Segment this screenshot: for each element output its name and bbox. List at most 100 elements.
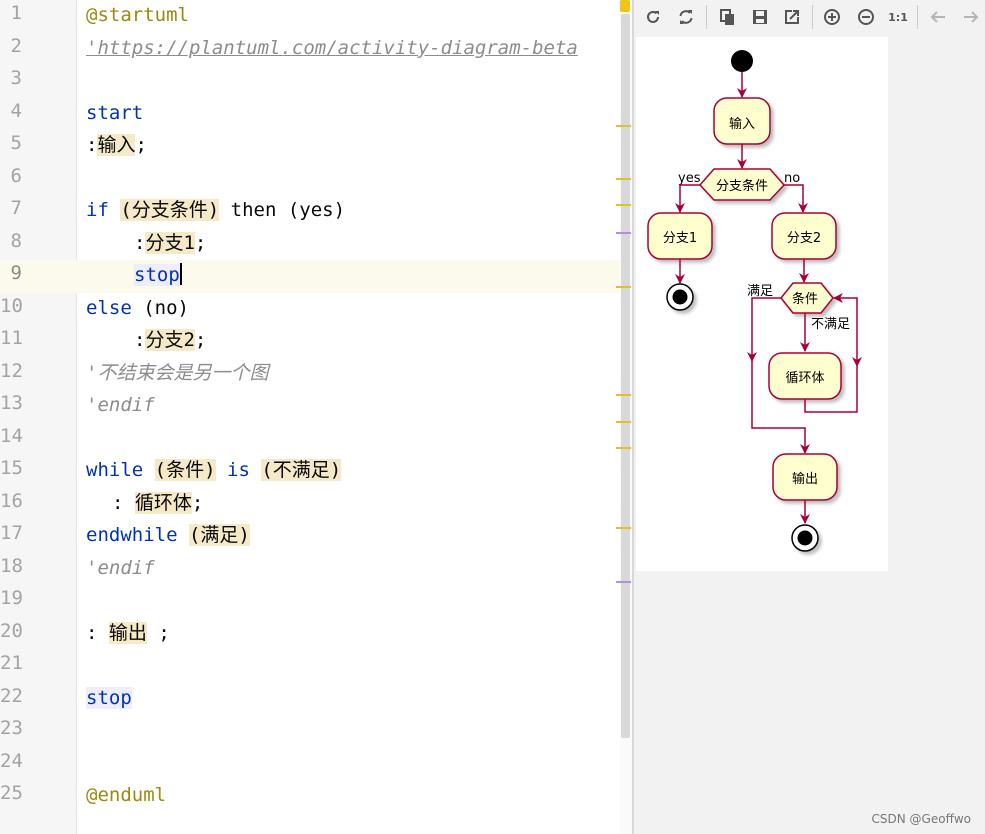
code-line-25[interactable]: 25 @enduml <box>0 780 632 813</box>
no-label: no <box>784 171 800 186</box>
activity-loop-body-label: 循环体 <box>785 371 824 386</box>
code-line-4[interactable]: 4 start <box>0 98 632 131</box>
line-number: 5 <box>10 132 22 154</box>
loop-condition-label: 条件 <box>792 291 818 307</box>
save-icon[interactable] <box>748 6 772 28</box>
forward-arrow-icon[interactable] <box>959 6 983 28</box>
line-number: 23 <box>0 717 23 739</box>
code-text: : 循环体; <box>112 491 204 514</box>
code-text: :输入; <box>86 134 147 156</box>
code-line-18[interactable]: 18 'endif <box>0 553 632 586</box>
line-number: 20 <box>0 619 23 642</box>
line-number: 12 <box>0 359 23 382</box>
error-stripe-marker[interactable] <box>616 447 631 449</box>
line-number: 13 <box>0 392 23 414</box>
code-line-5[interactable]: 5 :输入; <box>0 130 632 163</box>
code-line-21[interactable]: 21 <box>0 650 632 683</box>
plantuml-preview-panel: 1:1 输入 分支条件 yes no 分支1 分支2 条件 满足 不满足 循环体… <box>632 0 985 834</box>
toolbar-separator <box>812 5 813 29</box>
code-text: stop <box>134 263 182 286</box>
code-line-19[interactable]: 19 <box>0 585 632 618</box>
error-stripe-marker[interactable] <box>616 178 631 180</box>
code-line-9-current[interactable]: 9 stop <box>0 260 632 293</box>
code-line-24[interactable]: 24 <box>0 748 632 781</box>
code-line-6[interactable]: 6 <box>0 163 632 196</box>
code-editor[interactable]: 1 @startuml 2 'https://plantuml.com/acti… <box>0 0 632 834</box>
inspection-status-icon[interactable] <box>620 0 630 12</box>
activity-branch1-label: 分支1 <box>663 231 697 246</box>
code-text: :分支1; <box>134 231 207 254</box>
code-line-12[interactable]: 12 '不结束会是另一个图 <box>0 358 632 391</box>
line-number: 10 <box>0 294 23 317</box>
activity-diagram: 输入 分支条件 yes no 分支1 分支2 条件 满足 不满足 循环体 输出 <box>647 50 862 552</box>
error-stripe-marker[interactable] <box>616 394 631 396</box>
code-text: endwhile (满足) <box>86 524 250 546</box>
error-stripe-marker[interactable] <box>616 204 631 206</box>
line-number: 17 <box>0 522 23 544</box>
code-text: '不结束会是另一个图 <box>86 361 269 384</box>
code-line-20[interactable]: 20 : 输出 ; <box>0 618 632 651</box>
code-line-16[interactable]: 16 : 循环体; <box>0 488 632 521</box>
back-arrow-icon[interactable] <box>926 6 950 28</box>
toolbar-separator <box>706 5 707 29</box>
code-line-15[interactable]: 15 while (条件) is (不满足) <box>0 455 632 488</box>
line-number: 1 <box>10 2 22 24</box>
reload-icon[interactable] <box>674 6 698 28</box>
activity-branch2-label: 分支2 <box>787 231 821 246</box>
error-stripe-marker[interactable] <box>616 286 631 288</box>
code-line-23[interactable]: 23 <box>0 715 632 748</box>
zoom-in-icon[interactable] <box>820 6 844 28</box>
line-number: 6 <box>10 164 22 187</box>
code-line-17[interactable]: 17 endwhile (满足) <box>0 520 632 553</box>
line-number: 21 <box>0 652 23 674</box>
line-number: 14 <box>0 424 23 447</box>
error-stripe-marker[interactable] <box>616 581 631 583</box>
activity-input-label: 输入 <box>729 116 755 132</box>
code-text: @startuml <box>86 4 189 26</box>
start-node <box>731 50 753 72</box>
yes-label: yes <box>678 171 701 186</box>
code-line-13[interactable]: 13 'endif <box>0 390 632 423</box>
line-number: 16 <box>0 489 23 512</box>
satisfied-label: 满足 <box>747 284 773 299</box>
line-number: 11 <box>0 327 23 349</box>
code-line-22[interactable]: 22 stop <box>0 683 632 716</box>
line-number: 22 <box>0 684 23 707</box>
code-line-11[interactable]: 11 :分支2; <box>0 325 632 358</box>
copy-icon[interactable] <box>715 6 739 28</box>
line-number: 18 <box>0 554 23 577</box>
actual-size-button[interactable]: 1:1 <box>886 6 910 28</box>
code-text: start <box>86 101 144 124</box>
editor-scrollbar-thumb[interactable] <box>621 14 630 738</box>
code-line-1[interactable]: 1 @startuml <box>0 0 632 33</box>
error-stripe-marker[interactable] <box>616 125 631 127</box>
code-text: while (条件) is (不满足) <box>86 459 342 481</box>
error-stripe-marker[interactable] <box>616 232 631 234</box>
code-text: :分支2; <box>134 329 207 351</box>
comment-link[interactable]: 'https://plantuml.com/activity-diagram-b… <box>86 37 578 59</box>
code-line-10[interactable]: 10 else (no) <box>0 293 632 326</box>
code-text: else (no) <box>86 296 189 319</box>
branch-condition-label: 分支条件 <box>716 178 768 194</box>
line-number: 4 <box>10 99 22 122</box>
code-text: @enduml <box>86 784 167 806</box>
error-stripe-marker[interactable] <box>616 527 631 529</box>
error-stripe-marker[interactable] <box>616 421 631 423</box>
code-line-8[interactable]: 8 :分支1; <box>0 228 632 261</box>
code-text: 'endif <box>86 394 155 416</box>
refresh-icon[interactable] <box>641 6 665 28</box>
line-number: 15 <box>0 457 23 479</box>
code-line-3[interactable]: 3 <box>0 65 632 98</box>
watermark-text: CSDN @Geoffwo <box>871 812 971 826</box>
export-icon[interactable] <box>780 6 804 28</box>
activity-output-label: 输出 <box>792 471 818 487</box>
code-line-7[interactable]: 7 if (分支条件) then (yes) <box>0 195 632 228</box>
code-text: if (分支条件) then (yes) <box>86 199 346 221</box>
code-text: stop <box>86 686 132 709</box>
zoom-out-icon[interactable] <box>854 6 878 28</box>
line-number: 3 <box>10 67 22 89</box>
line-number: 25 <box>0 782 23 804</box>
code-line-2[interactable]: 2 'https://plantuml.com/activity-diagram… <box>0 33 632 66</box>
code-line-14[interactable]: 14 <box>0 423 632 456</box>
line-number: 2 <box>10 34 22 57</box>
